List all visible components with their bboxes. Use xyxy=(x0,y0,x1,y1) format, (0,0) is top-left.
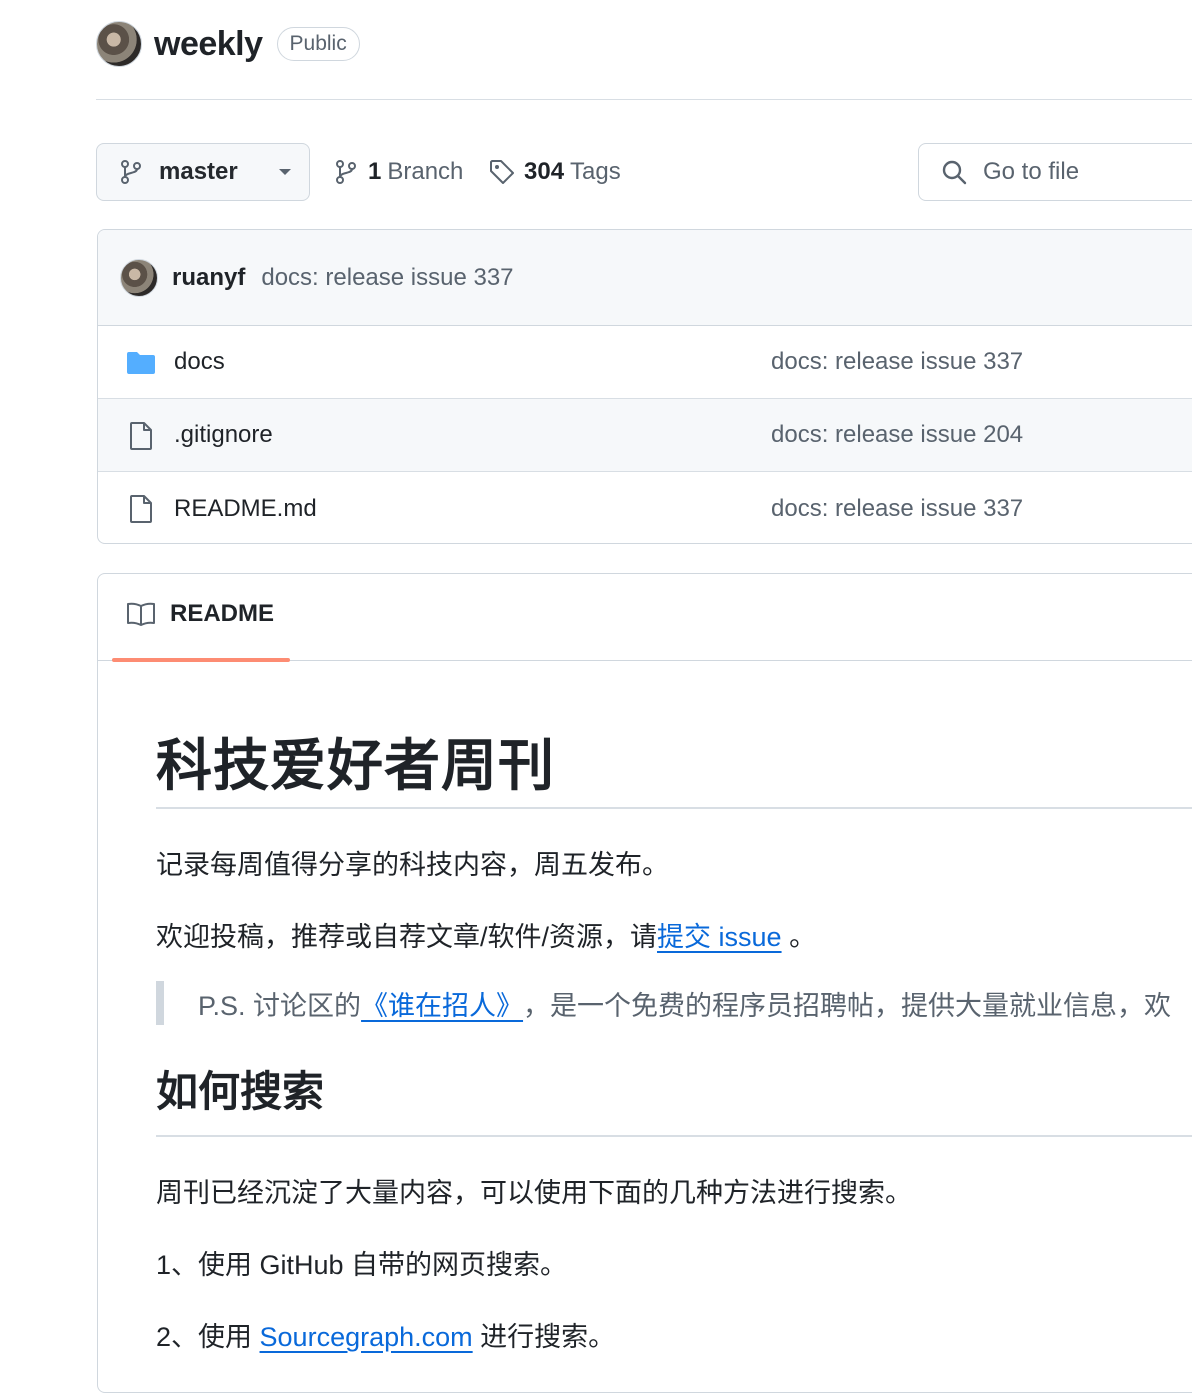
tab-readme[interactable]: README xyxy=(126,600,274,628)
tag-label: Tags xyxy=(570,158,621,185)
quote-prefix: P.S. 讨论区的 xyxy=(198,990,362,1021)
file-name[interactable]: .gitignore xyxy=(174,421,273,449)
branches-link[interactable]: 1 Branch xyxy=(334,143,463,201)
book-icon xyxy=(127,602,155,626)
file-browser: ruanyf docs: release issue 337 docs docs… xyxy=(97,229,1192,544)
repo-header: weekly Public xyxy=(96,18,360,70)
git-branch-icon xyxy=(336,160,356,184)
commit-author[interactable]: ruanyf xyxy=(172,264,245,292)
tab-readme-label: README xyxy=(170,600,275,627)
method2-prefix: 2、使用 xyxy=(156,1322,260,1352)
blockquote: P.S. 讨论区的 《谁在招人》 ，是一个免费的程序员招聘帖，提供大量就业信息，欢 xyxy=(156,981,1171,1025)
quote-suffix: ，是一个免费的程序员招聘帖，提供大量就业信息，欢 xyxy=(523,990,1172,1021)
file-commit-message[interactable]: docs: release issue 204 xyxy=(771,421,1023,449)
tag-count: 304 xyxy=(524,158,565,185)
search-heading: 如何搜索 xyxy=(156,1068,325,1115)
contribute-suffix: 。 xyxy=(781,922,817,952)
active-tab-indicator xyxy=(112,658,290,662)
readme-title: 科技爱好者周刊 xyxy=(156,734,555,797)
file-name[interactable]: README.md xyxy=(174,495,317,523)
commit-message[interactable]: docs: release issue 337 xyxy=(261,264,513,292)
submit-issue-link[interactable]: 提交 issue xyxy=(657,922,782,952)
file-icon xyxy=(130,422,152,450)
file-icon xyxy=(130,495,152,523)
readme-panel: README 科技爱好者周刊 记录每周值得分享的科技内容，周五发布。 欢迎投稿，… xyxy=(97,573,1192,1393)
readme-intro: 记录每周值得分享的科技内容，周五发布。 xyxy=(156,850,669,880)
file-name[interactable]: docs xyxy=(174,348,225,376)
search-method-1: 1、使用 GitHub 自带的网页搜索。 xyxy=(156,1250,568,1280)
folder-icon xyxy=(127,352,155,374)
file-row[interactable]: docs docs: release issue 337 xyxy=(98,326,1192,399)
title-rule xyxy=(156,807,1192,809)
file-commit-message[interactable]: docs: release issue 337 xyxy=(771,348,1023,376)
contribute-paragraph: 欢迎投稿，推荐或自荐文章/软件/资源，请提交 issue 。 xyxy=(156,915,816,954)
readme-tabbar: README xyxy=(98,574,1192,662)
heading-rule xyxy=(156,1135,1192,1137)
go-to-file-input[interactable]: Go to file xyxy=(918,143,1192,201)
branch-count: 1 xyxy=(368,158,382,185)
tag-icon xyxy=(490,160,514,184)
branch-label: Branch xyxy=(387,158,464,185)
method2-suffix: 进行搜索。 xyxy=(472,1322,616,1352)
branch-name: master xyxy=(159,158,238,185)
search-method-2: 2、使用 Sourcegraph.com 进行搜索。 xyxy=(156,1315,615,1354)
branch-select-button[interactable]: master xyxy=(96,143,310,201)
file-row[interactable]: README.md docs: release issue 337 xyxy=(98,472,1192,543)
repo-name[interactable]: weekly xyxy=(154,25,263,64)
commit-author-avatar[interactable] xyxy=(120,258,158,297)
search-intro: 周刊已经沉淀了大量内容，可以使用下面的几种方法进行搜索。 xyxy=(156,1178,912,1208)
search-icon xyxy=(942,160,967,185)
header-divider xyxy=(96,99,1192,100)
repo-toolbar: master 1 Branch 304 Tags Go to file xyxy=(96,143,1192,201)
sourcegraph-link[interactable]: Sourcegraph.com xyxy=(260,1322,473,1352)
owner-avatar[interactable] xyxy=(96,21,142,67)
file-commit-message[interactable]: docs: release issue 337 xyxy=(771,495,1023,523)
git-branch-icon xyxy=(121,160,141,184)
go-to-file-placeholder: Go to file xyxy=(983,158,1080,185)
hiring-link[interactable]: 《谁在招人》 xyxy=(361,984,523,1023)
latest-commit-bar: ruanyf docs: release issue 337 xyxy=(98,230,1192,326)
visibility-badge: Public xyxy=(276,27,360,61)
file-row[interactable]: .gitignore docs: release issue 204 xyxy=(98,399,1192,472)
contribute-prefix: 欢迎投稿，推荐或自荐文章/软件/资源，请 xyxy=(156,922,658,952)
chevron-down-icon xyxy=(278,169,291,175)
tags-link[interactable]: 304 Tags xyxy=(488,143,621,201)
